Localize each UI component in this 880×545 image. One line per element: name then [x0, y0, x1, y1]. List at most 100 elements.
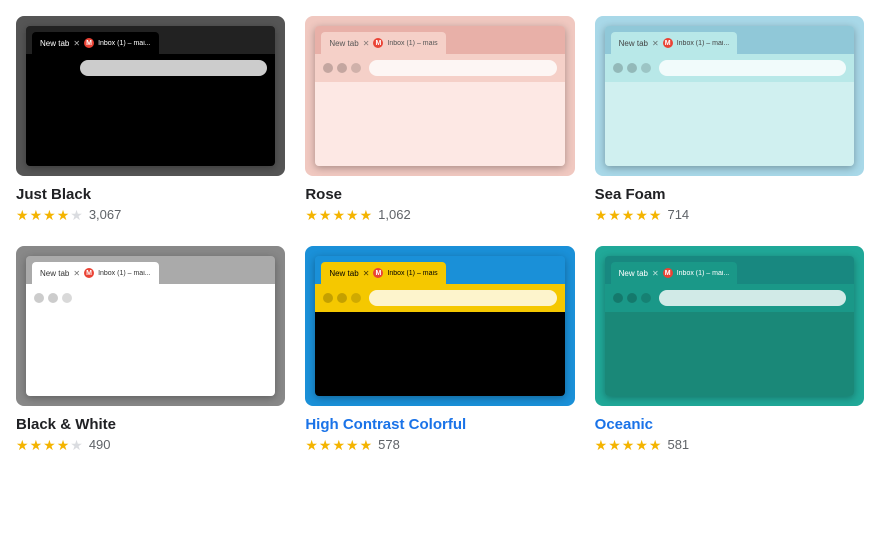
refresh-button — [62, 293, 72, 303]
browser-frame: New tab ✕ M Inbox (1) – mai... — [26, 256, 275, 396]
rating-count-just-black: 3,067 — [89, 207, 122, 222]
star-half: ★ — [360, 438, 373, 452]
theme-preview-just-black: New tab ✕ M Inbox (1) – mai... — [16, 16, 285, 176]
gmail-icon: M — [663, 268, 673, 278]
theme-card-rose[interactable]: New tab ✕ M Inbox (1) – mais — [305, 16, 574, 222]
star-full: ★ — [319, 208, 332, 222]
tab-label: New tab — [329, 39, 358, 48]
gmail-icon: M — [84, 268, 94, 278]
toolbar — [315, 54, 564, 82]
star-full: ★ — [635, 208, 648, 222]
content-area — [315, 312, 564, 396]
tab-close-icon: ✕ — [73, 269, 80, 278]
star-full: ★ — [30, 438, 43, 452]
tab-label: New tab — [619, 269, 648, 278]
theme-name-black-white: Black & White — [16, 416, 285, 433]
browser-mockup: New tab ✕ M Inbox (1) – mai... — [595, 246, 864, 406]
browser-frame: New tab ✕ M Inbox (1) – mai... — [605, 256, 854, 396]
tab-active: New tab ✕ M Inbox (1) – mais — [321, 32, 445, 54]
star-empty: ★ — [70, 438, 83, 452]
inbox-label: Inbox (1) – mai... — [677, 270, 730, 277]
star-empty: ★ — [70, 208, 83, 222]
rating-row-black-white: ★★★★★ 490 — [16, 437, 285, 452]
browser-frame: New tab ✕ M Inbox (1) – mais — [315, 256, 564, 396]
tab-active: New tab ✕ M Inbox (1) – mai... — [611, 262, 738, 284]
rating-row-just-black: ★★★★★ 3,067 — [16, 207, 285, 222]
tab-bar: New tab ✕ M Inbox (1) – mais — [315, 256, 564, 284]
toolbar — [26, 54, 275, 82]
address-bar — [369, 60, 556, 76]
tab-bar: New tab ✕ M Inbox (1) – mais — [315, 26, 564, 54]
refresh-button — [62, 63, 72, 73]
stars-sea-foam: ★★★★★ — [595, 208, 662, 222]
tab-active: New tab ✕ M Inbox (1) – mais — [321, 262, 445, 284]
back-button — [323, 63, 333, 73]
theme-preview-rose: New tab ✕ M Inbox (1) – mais — [305, 16, 574, 176]
tab-bar: New tab ✕ M Inbox (1) – mai... — [605, 26, 854, 54]
theme-card-just-black[interactable]: New tab ✕ M Inbox (1) – mai... — [16, 16, 285, 222]
browser-frame: New tab ✕ M Inbox (1) – mai... — [605, 26, 854, 166]
tab-active: New tab ✕ M Inbox (1) – mai... — [611, 32, 738, 54]
theme-card-sea-foam[interactable]: New tab ✕ M Inbox (1) – mai... — [595, 16, 864, 222]
star-half: ★ — [649, 438, 662, 452]
rating-count-black-white: 490 — [89, 437, 111, 452]
address-bar — [80, 290, 267, 306]
tab-bar: New tab ✕ M Inbox (1) – mai... — [26, 26, 275, 54]
tab-active: New tab ✕ M Inbox (1) – mai... — [32, 32, 159, 54]
tab-label: New tab — [40, 269, 69, 278]
address-bar — [369, 290, 556, 306]
gmail-icon: M — [84, 38, 94, 48]
inbox-label: Inbox (1) – mai... — [98, 270, 151, 277]
star-full: ★ — [622, 208, 635, 222]
theme-preview-high-contrast-colorful: New tab ✕ M Inbox (1) – mais — [305, 246, 574, 406]
address-bar — [659, 60, 846, 76]
toolbar — [315, 284, 564, 312]
theme-name-high-contrast-colorful: High Contrast Colorful — [305, 416, 574, 433]
star-full: ★ — [305, 438, 318, 452]
theme-card-black-white[interactable]: New tab ✕ M Inbox (1) – mai... — [16, 246, 285, 452]
inbox-label: Inbox (1) – mai... — [98, 40, 151, 47]
tab-close-icon: ✕ — [73, 39, 80, 48]
content-area — [605, 82, 854, 166]
star-full: ★ — [30, 208, 43, 222]
forward-button — [48, 293, 58, 303]
content-area — [26, 312, 275, 396]
theme-card-oceanic[interactable]: New tab ✕ M Inbox (1) – mai... — [595, 246, 864, 452]
browser-mockup: New tab ✕ M Inbox (1) – mais — [305, 246, 574, 406]
content-area — [315, 82, 564, 166]
stars-rose: ★★★★★ — [305, 208, 372, 222]
forward-button — [48, 63, 58, 73]
theme-preview-sea-foam: New tab ✕ M Inbox (1) – mai... — [595, 16, 864, 176]
browser-mockup: New tab ✕ M Inbox (1) – mai... — [16, 246, 285, 406]
star-full: ★ — [622, 438, 635, 452]
forward-button — [627, 63, 637, 73]
tab-close-icon: ✕ — [363, 39, 370, 48]
theme-name-just-black: Just Black — [16, 186, 285, 203]
refresh-button — [351, 293, 361, 303]
theme-name-oceanic: Oceanic — [595, 416, 864, 433]
star-full: ★ — [43, 438, 56, 452]
rating-count-high-contrast-colorful: 578 — [378, 437, 400, 452]
address-bar — [659, 290, 846, 306]
tab-close-icon: ✕ — [363, 269, 370, 278]
rating-row-oceanic: ★★★★★ 581 — [595, 437, 864, 452]
back-button — [613, 293, 623, 303]
browser-mockup: New tab ✕ M Inbox (1) – mai... — [16, 16, 285, 176]
star-full: ★ — [57, 438, 70, 452]
refresh-button — [351, 63, 361, 73]
star-half: ★ — [360, 208, 373, 222]
back-button — [34, 293, 44, 303]
refresh-button — [641, 63, 651, 73]
content-area — [26, 82, 275, 166]
theme-card-high-contrast-colorful[interactable]: New tab ✕ M Inbox (1) – mais — [305, 246, 574, 452]
theme-preview-oceanic: New tab ✕ M Inbox (1) – mai... — [595, 246, 864, 406]
theme-preview-black-white: New tab ✕ M Inbox (1) – mai... — [16, 246, 285, 406]
gmail-icon: M — [373, 268, 383, 278]
star-full: ★ — [608, 438, 621, 452]
star-half: ★ — [649, 208, 662, 222]
star-full: ★ — [595, 208, 608, 222]
toolbar — [26, 284, 275, 312]
inbox-label: Inbox (1) – mai... — [677, 40, 730, 47]
address-bar — [80, 60, 267, 76]
stars-oceanic: ★★★★★ — [595, 438, 662, 452]
